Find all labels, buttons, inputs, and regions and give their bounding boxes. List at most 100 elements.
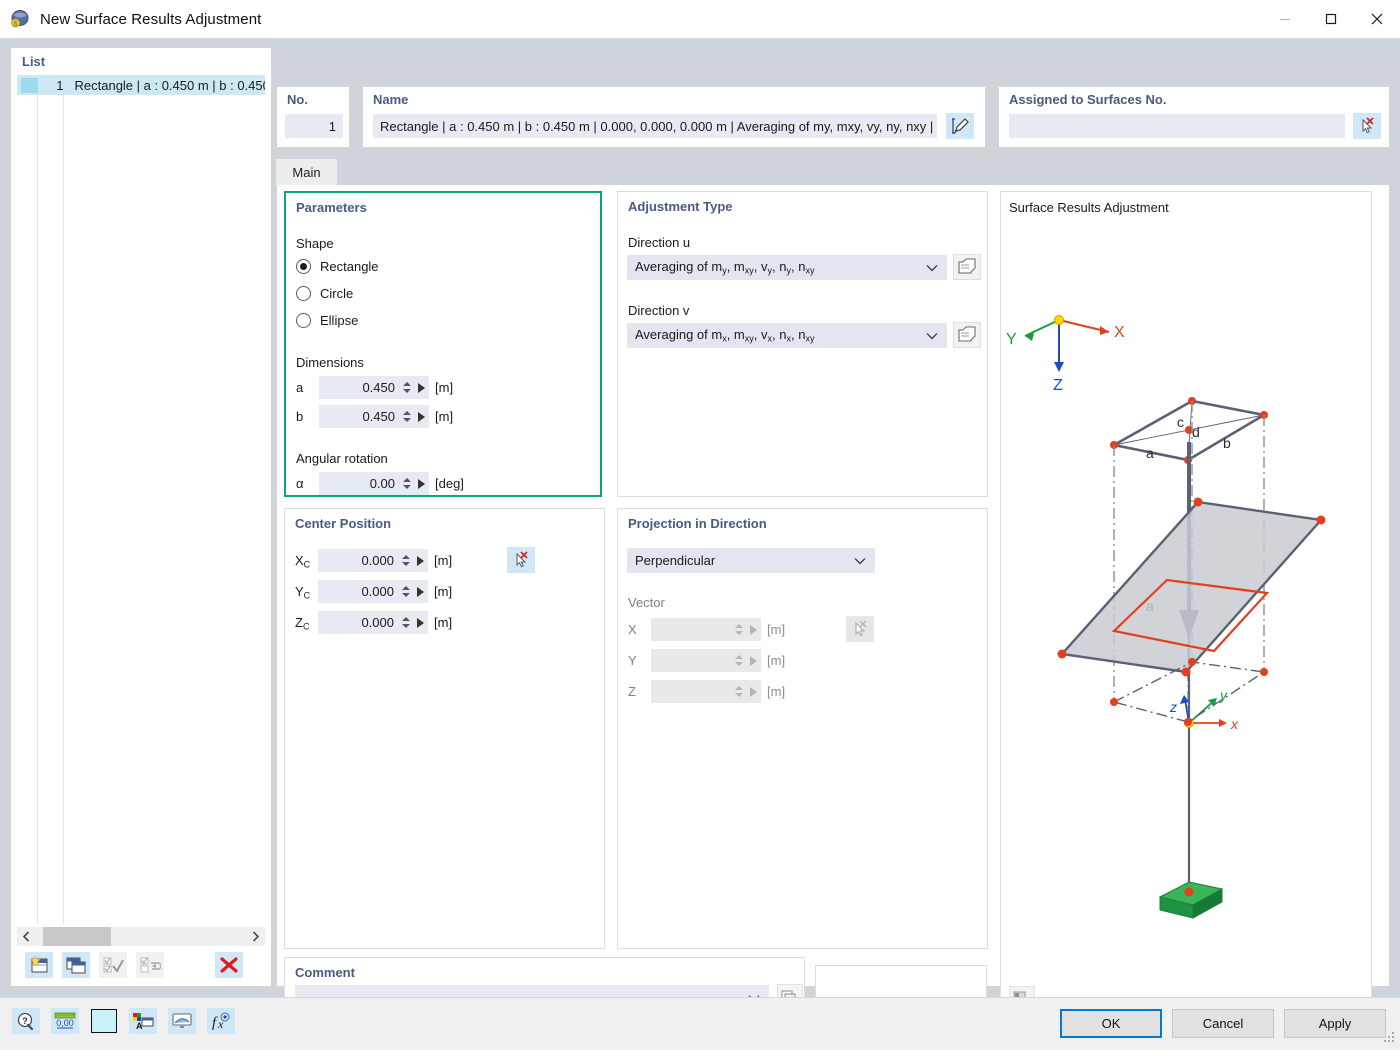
vector-label: Vector (628, 595, 665, 610)
xc-unit: [m] (434, 553, 453, 568)
projection-panel: Projection in Direction Perpendicular Ve… (617, 508, 988, 949)
resize-grip[interactable] (1382, 1030, 1396, 1047)
svg-text:a: a (1146, 445, 1154, 461)
yc-label: YC (295, 584, 311, 601)
yc-spinner[interactable] (399, 580, 412, 603)
select-all-button[interactable] (99, 952, 127, 978)
adjustment-type-title: Adjustment Type (628, 199, 733, 214)
yc-input[interactable]: 0.000 (318, 580, 428, 603)
alpha-spinner[interactable] (400, 472, 413, 495)
bottom-bar: ? 0,00 A f x OK Cancel Apply (0, 997, 1400, 1050)
display-button[interactable] (168, 1008, 196, 1034)
zc-label: ZC (295, 615, 310, 632)
shape-option-circle[interactable]: Circle (296, 286, 353, 301)
list-toolbar (17, 948, 265, 982)
minimize-button[interactable] (1262, 0, 1308, 39)
formula-button[interactable]: f x (207, 1008, 235, 1034)
zc-spinner[interactable] (399, 611, 412, 634)
help-button[interactable]: ? (12, 1008, 40, 1034)
dialog-buttons: OK Cancel Apply (1060, 1009, 1386, 1038)
shape-option-ellipse[interactable]: Ellipse (296, 313, 358, 328)
apply-button[interactable]: Apply (1284, 1009, 1386, 1038)
vector-y-label: Y (628, 653, 637, 668)
shape-option-rectangle[interactable]: Rectangle (296, 259, 379, 274)
angular-rotation-label: Angular rotation (296, 451, 388, 466)
pick-surfaces-cursor-icon[interactable] (1353, 113, 1381, 139)
surface-adjustment-diagram: X Y Z a (1006, 315, 1326, 919)
direction-v-label: Direction v (628, 303, 690, 318)
alpha-input[interactable]: 0.00 (319, 472, 429, 495)
tab-bar: Main (276, 159, 1390, 185)
dimension-b-more-icon[interactable] (413, 405, 429, 428)
vector-x-input (651, 618, 761, 641)
alpha-value: 0.00 (369, 476, 395, 491)
ok-button[interactable]: OK (1060, 1009, 1162, 1038)
zc-unit: [m] (434, 615, 453, 630)
color-button[interactable] (90, 1008, 118, 1034)
shape-option-circle-label: Circle (320, 286, 354, 301)
list-pane: List 1 Rectangle | a : 0.450 m | b : 0.4… (10, 47, 272, 987)
vector-y-more-icon (745, 649, 761, 672)
alpha-more-icon[interactable] (413, 472, 429, 495)
dimension-a-input[interactable]: 0.450 (319, 376, 429, 399)
yc-more-icon[interactable] (412, 580, 428, 603)
list-horizontal-scrollbar[interactable] (17, 927, 265, 946)
maximize-button[interactable] (1308, 0, 1354, 39)
zc-more-icon[interactable] (412, 611, 428, 634)
support-block (1158, 881, 1224, 919)
invert-selection-button[interactable] (136, 952, 164, 978)
xc-spinner[interactable] (399, 549, 412, 572)
renumber-button[interactable]: A (129, 1008, 157, 1034)
tab-main[interactable]: Main (276, 159, 337, 185)
vector-x-label: X (628, 622, 637, 637)
center-position-title: Center Position (295, 516, 392, 531)
dimension-a-more-icon[interactable] (413, 376, 429, 399)
no-input[interactable]: 1 (285, 114, 343, 138)
comment-title: Comment (295, 965, 355, 980)
shape-label: Shape (296, 236, 334, 251)
vector-z-label: Z (628, 684, 636, 699)
dimension-a-spinner[interactable] (400, 376, 413, 399)
xc-input[interactable]: 0.000 (318, 549, 428, 572)
vector-z-unit: [m] (767, 684, 786, 699)
direction-u-library-icon[interactable] (953, 254, 981, 280)
units-button[interactable]: 0,00 (51, 1008, 79, 1034)
projection-mode-select[interactable]: Perpendicular (627, 548, 875, 573)
copy-item-button[interactable] (62, 952, 90, 978)
pick-center-cursor-icon[interactable] (507, 547, 535, 573)
dimensions-label: Dimensions (296, 355, 364, 370)
dimension-b-spinner[interactable] (400, 405, 413, 428)
cancel-button[interactable]: Cancel (1172, 1009, 1274, 1038)
direction-u-select[interactable]: Averaging of my, mxy, vy, ny, nxy (627, 255, 947, 280)
local-axis-triad: x y z (1169, 687, 1239, 732)
delete-item-button[interactable] (215, 952, 243, 978)
new-item-button[interactable] (25, 952, 53, 978)
dimension-a-value: 0.450 (362, 380, 395, 395)
vector-y-input (651, 649, 761, 672)
xc-more-icon[interactable] (412, 549, 428, 572)
graphic-preview-panel[interactable]: Surface Results Adjustment X Y Z c d a b… (1000, 191, 1372, 1021)
direction-v-select[interactable]: Averaging of mx, mxy, vx, nx, nxy (627, 323, 947, 348)
direction-v-library-icon[interactable] (953, 322, 981, 348)
zc-input[interactable]: 0.000 (318, 611, 428, 634)
scroll-right-icon[interactable] (246, 927, 265, 946)
dimension-b-label: b (296, 409, 304, 424)
dimension-b-input[interactable]: 0.450 (319, 405, 429, 428)
vector-z-more-icon (745, 680, 761, 703)
edit-name-icon[interactable] (946, 113, 974, 139)
svg-text:Y: Y (1006, 331, 1017, 348)
direction-u-label: Direction u (628, 235, 691, 250)
list-item-label: Rectangle | a : 0.450 m | b : 0.450 m (74, 77, 266, 93)
close-button[interactable] (1354, 0, 1400, 39)
name-label: Name (373, 92, 409, 107)
dialog-frame: List 1 Rectangle | a : 0.450 m | b : 0.4… (0, 39, 1400, 1050)
yc-value: 0.000 (361, 584, 394, 599)
scrollbar-thumb[interactable] (43, 927, 111, 946)
assigned-surfaces-input[interactable] (1009, 114, 1345, 138)
scroll-left-icon[interactable] (17, 927, 36, 946)
vector-z-input (651, 680, 761, 703)
list-item[interactable]: 1 Rectangle | a : 0.450 m | b : 0.450 m (17, 75, 265, 95)
svg-text:X: X (1114, 324, 1125, 341)
name-input[interactable]: Rectangle | a : 0.450 m | b : 0.450 m | … (373, 114, 937, 138)
parameters-panel: Parameters Shape Rectangle Circle Ellips… (284, 191, 602, 497)
